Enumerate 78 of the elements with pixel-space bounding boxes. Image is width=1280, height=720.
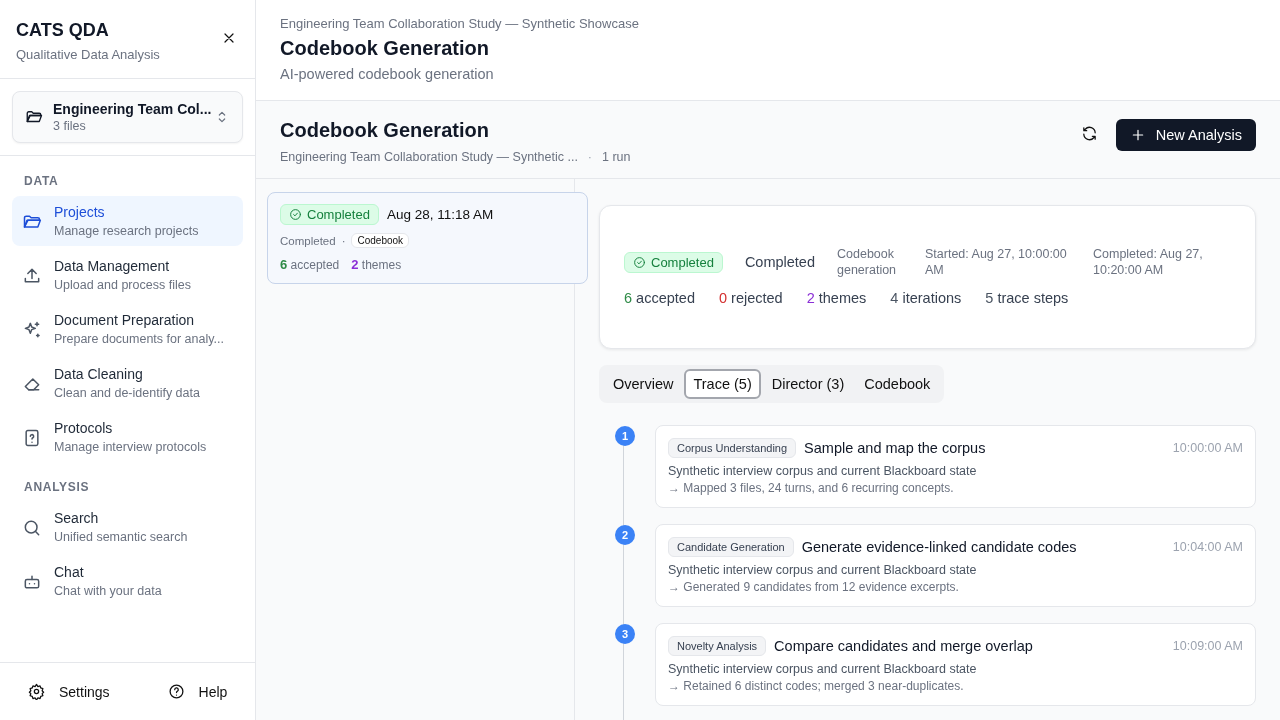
footer-link[interactable]: Help [161,682,234,701]
stat-label: 6 accepted [280,257,340,272]
nav-item[interactable]: Chat Chat with your data [12,556,243,606]
section-title: Codebook Generation [280,119,490,142]
step-title: Sample and map the corpus [804,440,987,456]
stat-label: 6 accepted [624,290,695,306]
stat-label: 4 iterations [890,290,962,306]
start-time: Started: Aug 27, 10:00:00 AM [925,246,1068,278]
step-title: Generate evidence-linked candidate codes [801,539,1078,555]
step-output: → Retained 6 distinct codes; merged 3 near-duplicates. [668,679,965,693]
step-source-text: Synthetic interview corpus and current Blackboard state [668,563,978,577]
run-state: Completed [280,234,336,247]
page-subtitle: AI-powered codebook generation [280,66,495,82]
run-date: Aug 28, 11:18 AM [386,207,494,222]
settings-icon [28,683,45,700]
tab[interactable]: Trace (5) [684,369,761,399]
nav-item[interactable]: Search Unified semantic search [12,502,243,552]
check-circle-icon [633,255,646,269]
type-tag: Codebook [351,233,410,248]
nav-item[interactable]: Data Management Upload and process files [12,250,243,300]
stat-count: 0 [718,290,728,306]
section-heading: DATA [24,174,60,188]
status-badge: Completed [624,251,723,273]
app-title: CATS QDA [16,20,110,41]
step-number: 2 [615,525,635,545]
stat-label: 5 trace steps [985,290,1069,306]
phase-tag: Corpus Understanding [668,438,797,458]
stat-count: 4 [890,290,899,306]
nav-item[interactable]: Projects Manage research projects [12,196,243,246]
stat-count: 2 [806,290,815,306]
app-subtitle: Qualitative Data Analysis [16,47,160,62]
upload-icon [22,266,42,286]
nav-item[interactable]: Document Preparation Prepare documents for analy... [12,304,243,354]
run-count: 1 run [602,150,631,164]
new-analysis-button[interactable]: New Analysis [1115,119,1256,151]
step-title: Compare candidates and merge overlap [774,638,1034,654]
step-number: 3 [615,624,635,644]
step-time: 10:00:00 AM [1172,441,1243,455]
project-picker[interactable]: Engineering Team Col... 3 files [12,91,243,143]
section-heading: ANALYSIS [24,480,91,494]
search-icon [22,518,42,538]
status-badge: Completed [280,204,379,225]
help-document-icon [22,428,42,448]
stat-count: 5 [985,290,994,306]
nav-item[interactable]: Protocols Manage interview protocols [12,412,243,462]
separator-dot: · [341,234,346,247]
step-output: → Generated 9 candidates from 12 evidence excerpts. [668,580,960,594]
tab[interactable]: Overview [604,369,683,399]
step-output: → Mapped 3 files, 24 turns, and 6 recurring concepts. [668,481,955,495]
end-time: Completed: Aug 27, 10:20:00 AM [1093,246,1204,278]
project-name: Engineering Team Collaboration Study — Synthetic ... [280,150,578,164]
help-icon [167,683,185,700]
step-time: 10:04:00 AM [1172,540,1243,554]
step-time: 10:09:00 AM [1172,639,1243,653]
stat-count: 2 [351,257,359,272]
stat-label: 2 themes [351,257,402,272]
stat-label: 2 themes [806,290,867,306]
tab[interactable]: Codebook [855,369,940,399]
footer-link[interactable]: Settings [22,682,116,701]
analysis-type: Codebook generation [837,246,898,278]
stat-count: 6 [280,257,288,272]
step-number: 1 [615,426,635,446]
refresh-icon [1080,124,1098,142]
run-card[interactable]: Completed Aug 28, 11:18 AM Completed · Codebook 6 accepted 2 themes [267,192,588,284]
step-source-text: Synthetic interview corpus and current Blackboard state [668,662,978,676]
sparkle-icon [22,320,42,340]
phase-tag: Novelty Analysis [668,636,767,656]
separator-dot: · [587,150,593,164]
stat-count: 6 [624,290,633,306]
run-state: Completed [744,254,815,270]
page-title: Codebook Generation [280,37,490,60]
tab[interactable]: Director (3) [762,369,854,399]
step-source-text: Synthetic interview corpus and current Blackboard state [668,464,978,478]
phase-tag: Candidate Generation [668,537,794,557]
nav-item[interactable]: Data Cleaning Clean and de-identify data [12,358,243,408]
stat-label: 0 rejected [718,290,783,306]
breadcrumb: Engineering Team Collaboration Study — Synthetic Showcase [280,16,640,31]
check-circle-icon [289,208,302,221]
